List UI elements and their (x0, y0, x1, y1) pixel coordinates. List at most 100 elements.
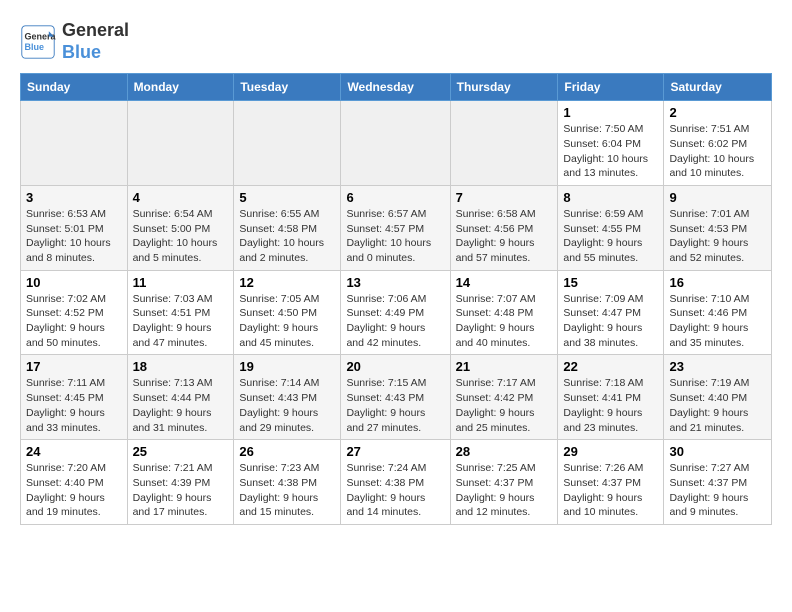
calendar-cell: 17 Sunrise: 7:11 AM Sunset: 4:45 PM Dayli… (21, 355, 128, 440)
calendar-cell: 25 Sunrise: 7:21 AM Sunset: 4:39 PM Dayli… (127, 440, 234, 525)
day-number: 2 (669, 105, 766, 120)
calendar-cell: 14Sunrise: 7:07 AM Sunset: 4:48 PM Dayli… (450, 270, 558, 355)
day-number: 20 (346, 359, 444, 374)
day-info: Sunrise: 7:17 AM Sunset: 4:42 PM Dayligh… (456, 376, 553, 435)
day-number: 16 (669, 275, 766, 290)
calendar-cell: 27 Sunrise: 7:24 AM Sunset: 4:38 PM Dayli… (341, 440, 450, 525)
day-info: Sunrise: 7:18 AM Sunset: 4:41 PM Dayligh… (563, 376, 658, 435)
weekday-header-friday: Friday (558, 74, 664, 101)
calendar-cell (127, 101, 234, 186)
day-info: Sunrise: 7:19 AM Sunset: 4:40 PM Dayligh… (669, 376, 766, 435)
calendar-cell: 20 Sunrise: 7:15 AM Sunset: 4:43 PM Dayli… (341, 355, 450, 440)
day-number: 15 (563, 275, 658, 290)
calendar-cell: 11 Sunrise: 7:03 AM Sunset: 4:51 PM Dayli… (127, 270, 234, 355)
day-info: Sunrise: 7:01 AM Sunset: 4:53 PM Dayligh… (669, 207, 766, 266)
weekday-header-tuesday: Tuesday (234, 74, 341, 101)
calendar-cell: 22Sunrise: 7:18 AM Sunset: 4:41 PM Dayli… (558, 355, 664, 440)
calendar-cell: 12 Sunrise: 7:05 AM Sunset: 4:50 PM Dayli… (234, 270, 341, 355)
calendar-cell: 23 Sunrise: 7:19 AM Sunset: 4:40 PM Dayli… (664, 355, 772, 440)
logo-icon: General Blue (20, 24, 56, 60)
calendar-cell: 29 Sunrise: 7:26 AM Sunset: 4:37 PM Dayli… (558, 440, 664, 525)
day-info: Sunrise: 7:24 AM Sunset: 4:38 PM Dayligh… (346, 461, 444, 520)
day-number: 9 (669, 190, 766, 205)
day-number: 23 (669, 359, 766, 374)
day-info: Sunrise: 7:50 AM Sunset: 6:04 PM Dayligh… (563, 122, 658, 181)
calendar-cell: 10 Sunrise: 7:02 AM Sunset: 4:52 PM Dayli… (21, 270, 128, 355)
day-info: Sunrise: 7:05 AM Sunset: 4:50 PM Dayligh… (239, 292, 335, 351)
weekday-header-thursday: Thursday (450, 74, 558, 101)
day-info: Sunrise: 7:26 AM Sunset: 4:37 PM Dayligh… (563, 461, 658, 520)
day-info: Sunrise: 7:09 AM Sunset: 4:47 PM Dayligh… (563, 292, 658, 351)
day-number: 4 (133, 190, 229, 205)
calendar-cell: 13Sunrise: 7:06 AM Sunset: 4:49 PM Dayli… (341, 270, 450, 355)
day-info: Sunrise: 6:53 AM Sunset: 5:01 PM Dayligh… (26, 207, 122, 266)
calendar-cell: 30 Sunrise: 7:27 AM Sunset: 4:37 PM Dayli… (664, 440, 772, 525)
day-number: 6 (346, 190, 444, 205)
calendar-week-2: 3 Sunrise: 6:53 AM Sunset: 5:01 PM Daylig… (21, 185, 772, 270)
calendar-cell (21, 101, 128, 186)
day-number: 19 (239, 359, 335, 374)
day-number: 10 (26, 275, 122, 290)
day-number: 5 (239, 190, 335, 205)
calendar-cell: 15 Sunrise: 7:09 AM Sunset: 4:47 PM Dayli… (558, 270, 664, 355)
calendar-cell: 24 Sunrise: 7:20 AM Sunset: 4:40 PM Dayli… (21, 440, 128, 525)
day-number: 17 (26, 359, 122, 374)
day-info: Sunrise: 6:58 AM Sunset: 4:56 PM Dayligh… (456, 207, 553, 266)
day-number: 12 (239, 275, 335, 290)
day-info: Sunrise: 7:20 AM Sunset: 4:40 PM Dayligh… (26, 461, 122, 520)
day-number: 24 (26, 444, 122, 459)
day-number: 14 (456, 275, 553, 290)
calendar-cell: 5 Sunrise: 6:55 AM Sunset: 4:58 PM Daylig… (234, 185, 341, 270)
day-number: 1 (563, 105, 658, 120)
calendar-week-1: 1 Sunrise: 7:50 AM Sunset: 6:04 PM Daylig… (21, 101, 772, 186)
logo: General Blue General Blue (20, 20, 129, 63)
calendar-cell: 3 Sunrise: 6:53 AM Sunset: 5:01 PM Daylig… (21, 185, 128, 270)
calendar-cell: 1 Sunrise: 7:50 AM Sunset: 6:04 PM Daylig… (558, 101, 664, 186)
day-number: 25 (133, 444, 229, 459)
weekday-header-sunday: Sunday (21, 74, 128, 101)
calendar-header: SundayMondayTuesdayWednesdayThursdayFrid… (21, 74, 772, 101)
day-number: 30 (669, 444, 766, 459)
calendar-cell: 6Sunrise: 6:57 AM Sunset: 4:57 PM Daylig… (341, 185, 450, 270)
calendar-week-5: 24 Sunrise: 7:20 AM Sunset: 4:40 PM Dayli… (21, 440, 772, 525)
calendar-cell (450, 101, 558, 186)
calendar-cell (234, 101, 341, 186)
calendar-cell: 28Sunrise: 7:25 AM Sunset: 4:37 PM Dayli… (450, 440, 558, 525)
day-info: Sunrise: 7:25 AM Sunset: 4:37 PM Dayligh… (456, 461, 553, 520)
weekday-header-saturday: Saturday (664, 74, 772, 101)
day-number: 29 (563, 444, 658, 459)
day-number: 27 (346, 444, 444, 459)
calendar-cell: 16 Sunrise: 7:10 AM Sunset: 4:46 PM Dayli… (664, 270, 772, 355)
day-number: 11 (133, 275, 229, 290)
page-header: General Blue General Blue (20, 20, 772, 63)
day-info: Sunrise: 7:27 AM Sunset: 4:37 PM Dayligh… (669, 461, 766, 520)
day-info: Sunrise: 7:02 AM Sunset: 4:52 PM Dayligh… (26, 292, 122, 351)
calendar-table: SundayMondayTuesdayWednesdayThursdayFrid… (20, 73, 772, 525)
day-number: 18 (133, 359, 229, 374)
weekday-header-wednesday: Wednesday (341, 74, 450, 101)
day-info: Sunrise: 7:13 AM Sunset: 4:44 PM Dayligh… (133, 376, 229, 435)
day-number: 3 (26, 190, 122, 205)
calendar-cell: 9 Sunrise: 7:01 AM Sunset: 4:53 PM Daylig… (664, 185, 772, 270)
calendar-body: 1 Sunrise: 7:50 AM Sunset: 6:04 PM Daylig… (21, 101, 772, 525)
weekday-header-row: SundayMondayTuesdayWednesdayThursdayFrid… (21, 74, 772, 101)
calendar-cell (341, 101, 450, 186)
logo-text: General Blue (62, 20, 129, 63)
calendar-cell: 8Sunrise: 6:59 AM Sunset: 4:55 PM Daylig… (558, 185, 664, 270)
day-info: Sunrise: 6:55 AM Sunset: 4:58 PM Dayligh… (239, 207, 335, 266)
day-number: 7 (456, 190, 553, 205)
calendar-cell: 19 Sunrise: 7:14 AM Sunset: 4:43 PM Dayli… (234, 355, 341, 440)
day-info: Sunrise: 7:03 AM Sunset: 4:51 PM Dayligh… (133, 292, 229, 351)
day-number: 26 (239, 444, 335, 459)
calendar-week-4: 17 Sunrise: 7:11 AM Sunset: 4:45 PM Dayli… (21, 355, 772, 440)
day-info: Sunrise: 6:54 AM Sunset: 5:00 PM Dayligh… (133, 207, 229, 266)
calendar-cell: 18 Sunrise: 7:13 AM Sunset: 4:44 PM Dayli… (127, 355, 234, 440)
day-number: 8 (563, 190, 658, 205)
day-info: Sunrise: 7:14 AM Sunset: 4:43 PM Dayligh… (239, 376, 335, 435)
calendar-cell: 7 Sunrise: 6:58 AM Sunset: 4:56 PM Daylig… (450, 185, 558, 270)
day-info: Sunrise: 7:21 AM Sunset: 4:39 PM Dayligh… (133, 461, 229, 520)
day-info: Sunrise: 7:06 AM Sunset: 4:49 PM Dayligh… (346, 292, 444, 351)
day-info: Sunrise: 7:15 AM Sunset: 4:43 PM Dayligh… (346, 376, 444, 435)
day-info: Sunrise: 7:10 AM Sunset: 4:46 PM Dayligh… (669, 292, 766, 351)
day-info: Sunrise: 7:11 AM Sunset: 4:45 PM Dayligh… (26, 376, 122, 435)
